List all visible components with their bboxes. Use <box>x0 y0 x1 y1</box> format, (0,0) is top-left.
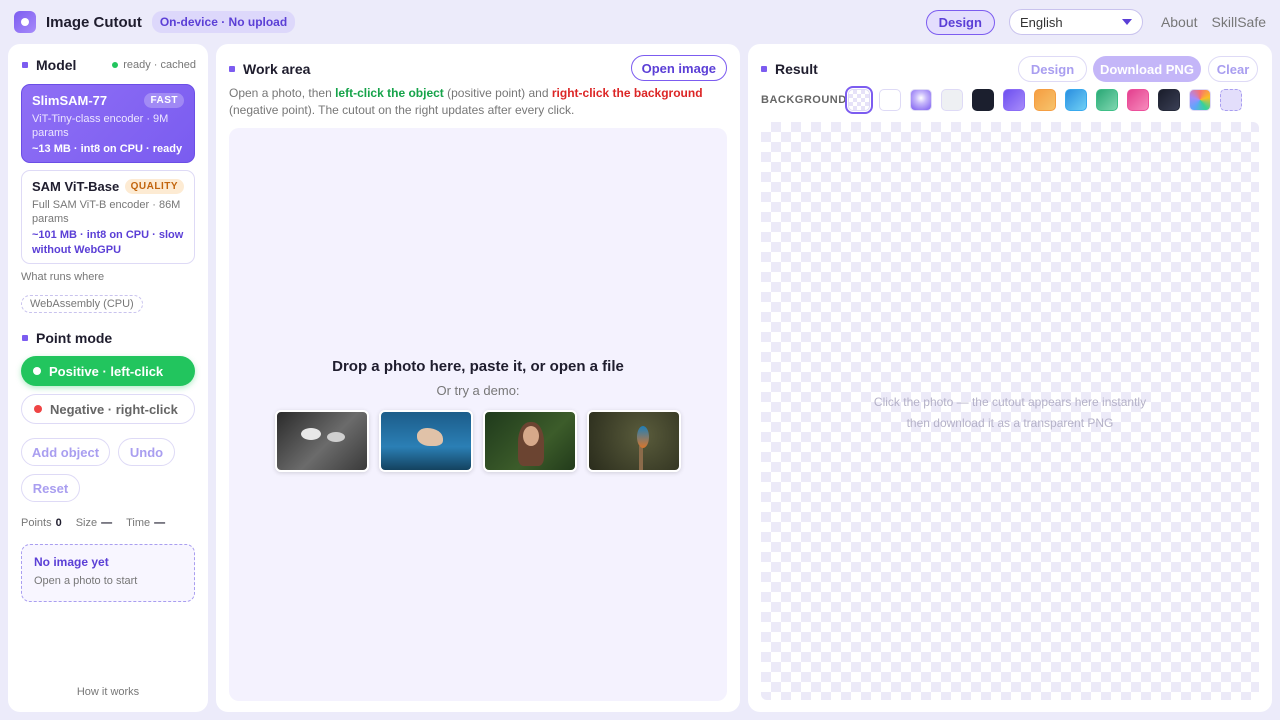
work-area-title: Work area <box>229 61 310 77</box>
chevron-down-icon <box>1121 19 1132 25</box>
model-name: SlimSAM-77 <box>32 93 108 108</box>
swatch-charcoal[interactable] <box>1158 89 1180 111</box>
time-value: — <box>154 517 166 529</box>
instructions: Open a photo, then left-click the object… <box>229 86 703 117</box>
swatch-green[interactable] <box>1096 89 1118 111</box>
demo-gallery <box>275 410 681 472</box>
status-dot-icon <box>112 62 119 68</box>
model-meta: ~101 MB · int8 on CPU · slow without Web… <box>32 229 184 256</box>
swatch-rainbow[interactable] <box>1189 89 1211 111</box>
work-area-panel: Work area Open image Open a photo, then … <box>216 44 740 712</box>
stats-row: Points 0 Size — Time — <box>21 517 166 529</box>
privacy-badge: On-device · No upload <box>151 11 296 33</box>
result-placeholder: Click the photo — the cutout appears her… <box>873 395 1147 430</box>
language-value: English <box>1019 14 1063 30</box>
app-logo-icon <box>14 11 36 33</box>
size-value: — <box>101 517 113 529</box>
swatch-transparent[interactable] <box>845 86 873 114</box>
how-it-works-link[interactable]: How it works <box>8 686 208 698</box>
swatch-pink[interactable] <box>1127 89 1149 111</box>
what-runs-where-link[interactable]: What runs where <box>21 271 104 283</box>
model-tag: QUALITY <box>124 179 184 194</box>
positive-mode-button[interactable]: Positive · left-click <box>21 356 195 386</box>
result-title: Result <box>761 61 818 77</box>
design-button[interactable]: Design <box>925 9 995 35</box>
undo-button[interactable]: Undo <box>118 438 175 466</box>
clear-button[interactable]: Clear <box>1208 56 1258 82</box>
drop-title: Drop a photo here, paste it, or open a f… <box>332 358 624 375</box>
positive-dot-icon <box>33 367 41 375</box>
negative-mode-button[interactable]: Negative · right-click <box>21 394 195 424</box>
download-png-button[interactable]: Download PNG <box>1093 56 1201 82</box>
model-name: SAM ViT-Base <box>32 179 120 194</box>
reset-button[interactable]: Reset <box>21 474 80 502</box>
swatch-custom[interactable] <box>1220 89 1242 111</box>
swatch-glow[interactable] <box>910 89 932 111</box>
open-image-button[interactable]: Open image <box>630 55 727 81</box>
swatch-violet[interactable] <box>1003 89 1025 111</box>
drop-subtitle: Or try a demo: <box>436 383 520 398</box>
swatch-dark-navy[interactable] <box>972 89 994 111</box>
app-title: Image Cutout <box>46 13 142 31</box>
background-label: BACKGROUND <box>761 94 847 106</box>
skillsafe-link[interactable]: SkillSafe <box>1212 14 1266 30</box>
swatch-white[interactable] <box>879 89 901 111</box>
model-card-slimsam[interactable]: SlimSAM-77 FAST ViT-Tiny-class encoder · … <box>21 84 195 163</box>
demo-thumb-dancer[interactable] <box>379 410 473 472</box>
model-desc: ViT-Tiny-class encoder · 9M params <box>32 113 169 139</box>
result-canvas: Click the photo — the cutout appears her… <box>761 122 1259 700</box>
model-meta: ~13 MB · int8 on CPU · ready <box>32 143 183 155</box>
add-object-button[interactable]: Add object <box>21 438 110 466</box>
demo-thumb-kingfisher[interactable] <box>587 410 681 472</box>
swatch-sky[interactable] <box>1065 89 1087 111</box>
result-design-button[interactable]: Design <box>1018 56 1087 82</box>
swatch-light-gray[interactable] <box>941 89 963 111</box>
about-link[interactable]: About <box>1161 14 1198 30</box>
negative-dot-icon <box>34 405 42 413</box>
point-mode-title: Point mode <box>22 330 112 346</box>
swatch-orange[interactable] <box>1034 89 1056 111</box>
model-sidebar: Model ready · cached SlimSAM-77 FAST ViT-… <box>8 44 208 712</box>
model-tag: FAST <box>144 93 184 108</box>
model-status: ready · cached <box>112 59 196 71</box>
points-value: 0 <box>55 517 62 529</box>
runtime-chip: WebAssembly (CPU) <box>21 295 143 313</box>
no-image-notice: No image yet Open a photo to start <box>21 544 195 602</box>
model-desc: Full SAM ViT-B encoder · 86M params <box>32 199 181 225</box>
demo-thumb-portrait[interactable] <box>483 410 577 472</box>
model-card-sam-vit-base[interactable]: SAM ViT-Base QUALITY Full SAM ViT-B encod… <box>21 170 195 264</box>
background-swatches <box>845 86 1242 114</box>
drop-zone[interactable]: Drop a photo here, paste it, or open a f… <box>229 128 727 701</box>
model-section-title: Model <box>22 57 76 73</box>
demo-thumb-coffee[interactable] <box>275 410 369 472</box>
result-panel: Result Design Download PNG Clear BACKGRO… <box>748 44 1272 712</box>
language-select[interactable]: English <box>1008 9 1143 35</box>
top-bar: Image Cutout On-device · No upload Desig… <box>0 0 1280 44</box>
